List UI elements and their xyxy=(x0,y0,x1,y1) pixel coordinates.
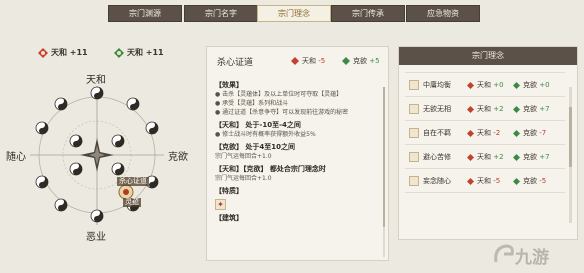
selected-node-label[interactable]: 杀心证道 xyxy=(117,177,149,186)
red-seal-icon xyxy=(467,153,474,161)
panel-title: 宗门理念 xyxy=(399,47,577,65)
list-item-restraint: 克欲 -7 xyxy=(513,121,546,145)
list-item-name: 中庸均衡 xyxy=(423,81,451,89)
tab-emergency-supplies[interactable]: 应急物资 xyxy=(406,5,480,22)
list-item[interactable]: 避心苦修 天和 +2 克欲 +7 xyxy=(405,145,565,169)
tab-sect-name[interactable]: 宗门名字 xyxy=(184,5,258,22)
philosophy-detail-panel: 杀心证道 天和 -5 克欲 +5 【效果】 ● 击杀【灵蕴体】及以上单位时可夺取… xyxy=(206,46,389,261)
philosophy-icon xyxy=(409,128,419,138)
restraint-line: 宗门气运每回合+1.0 xyxy=(215,153,272,160)
trait-heading: 【特质】 xyxy=(215,187,243,195)
tab-sect-philosophy[interactable]: 宗门理念 xyxy=(257,5,331,22)
list-item-harmony: 天和 +2 xyxy=(467,145,504,169)
restraint-heading: 【克欲】 处于4至10之间 xyxy=(215,143,296,151)
list-item-name: 避心苦修 xyxy=(423,153,451,161)
list-item[interactable]: 自在不羁 天和 -2 克欲 -7 xyxy=(405,121,565,145)
selected-node-sublabel: 灵蕴 xyxy=(123,198,141,207)
list-item-restraint: 克欲 +0 xyxy=(513,73,550,97)
tab-bar: 宗门渊源 宗门名字 宗门理念 宗门传承 应急物资 xyxy=(0,0,584,24)
effect-heading: 【效果】 xyxy=(215,81,243,89)
green-seal-icon xyxy=(513,81,520,89)
list-item-restraint: 克欲 -5 xyxy=(513,169,546,193)
combined-heading: 【天和】【克欲】 都处合宗门理念时 xyxy=(215,165,326,173)
red-seal-icon xyxy=(467,177,474,185)
list-item-name: 妄念随心 xyxy=(423,177,451,185)
harmony-badge-1: 天和 +11 xyxy=(38,46,88,60)
green-seal-icon xyxy=(513,153,520,161)
detail-stat-harmony: 天和 -5 xyxy=(291,57,325,66)
watermark-text: 九游 xyxy=(515,248,549,268)
list-item-restraint: 克欲 +7 xyxy=(513,145,550,169)
green-seal-icon xyxy=(342,57,350,65)
list-item[interactable]: 中庸均衡 天和 +0 克欲 +0 xyxy=(405,73,565,97)
effect-line: ● 击杀【灵蕴体】及以上单位时可夺取【灵蕴】 xyxy=(215,91,343,98)
effect-line: ● 通过证道【杀意争夺】可以发现前往游戏的秘密 xyxy=(215,109,349,116)
detail-scroll-thumb[interactable] xyxy=(383,87,385,227)
philosophy-icon xyxy=(409,104,419,114)
detail-title: 杀心证道 xyxy=(217,58,254,68)
detail-body: 【效果】 ● 击杀【灵蕴体】及以上单位时可夺取【灵蕴】 ● 承受【灵蕴】系列和战… xyxy=(215,77,377,223)
combined-line: 宗门气运每回合+1.0 xyxy=(215,175,272,182)
philosophy-icon xyxy=(409,152,419,162)
list-item[interactable]: 无欲无相 天和 +2 克欲 +7 xyxy=(405,97,565,121)
list-item-harmony: 天和 -2 xyxy=(467,121,500,145)
philosophy-diagram: 天和 +11 天和 +11 天和 恶业 随心 克欲 杀心证道 灵蕴 xyxy=(0,30,200,273)
tab-sect-origin[interactable]: 宗门渊源 xyxy=(108,5,182,22)
green-seal-icon xyxy=(114,47,124,58)
axis-label-right: 克欲 xyxy=(168,152,188,163)
harmony-line: ● 修士战斗时有概率获得额外收益5% xyxy=(215,131,316,138)
trait-icon[interactable]: ✦ xyxy=(215,199,226,210)
philosophy-list-panel: 宗门理念 中庸均衡 天和 +0 克欲 +0 无欲无相 天和 +2 克欲 +7 自… xyxy=(398,46,578,240)
effect-line: ● 承受【灵蕴】系列和战斗 xyxy=(215,100,289,107)
red-seal-icon xyxy=(467,105,474,113)
philosophy-icon xyxy=(409,80,419,90)
list-item[interactable]: 妄念随心 天和 -5 克欲 -5 xyxy=(405,169,565,193)
red-seal-icon xyxy=(291,57,299,65)
axis-label-top: 天和 xyxy=(86,75,106,86)
harmony-badge-2: 天和 +11 xyxy=(114,46,164,60)
list-item-name: 无欲无相 xyxy=(423,105,451,113)
list-scroll-thumb[interactable] xyxy=(569,107,572,167)
list-item[interactable] xyxy=(405,65,565,73)
list-item-restraint: 克欲 +7 xyxy=(513,97,550,121)
list-item-name: 自在不羁 xyxy=(423,129,451,137)
philosophy-list: 中庸均衡 天和 +0 克欲 +0 无欲无相 天和 +2 克欲 +7 自在不羁 天… xyxy=(405,65,565,193)
red-seal-icon xyxy=(467,81,474,89)
red-seal-icon xyxy=(467,129,474,137)
axis-label-bottom: 恶业 xyxy=(86,232,106,243)
axis-label-left: 随心 xyxy=(6,152,26,163)
building-heading: 【建筑】 xyxy=(215,214,243,222)
list-item-harmony: 天和 -5 xyxy=(467,169,500,193)
green-seal-icon xyxy=(513,177,520,185)
philosophy-icon xyxy=(409,176,419,186)
list-item-harmony: 天和 +2 xyxy=(467,97,504,121)
detail-stat-restraint: 克欲 +5 xyxy=(342,57,380,66)
green-seal-icon xyxy=(513,105,520,113)
harmony-heading: 【天和】 处于-10至-4之间 xyxy=(215,121,301,129)
red-seal-icon xyxy=(38,47,48,58)
list-item-harmony: 天和 +0 xyxy=(467,73,504,97)
tab-sect-inheritance[interactable]: 宗门传承 xyxy=(331,5,405,22)
green-seal-icon xyxy=(513,129,520,137)
